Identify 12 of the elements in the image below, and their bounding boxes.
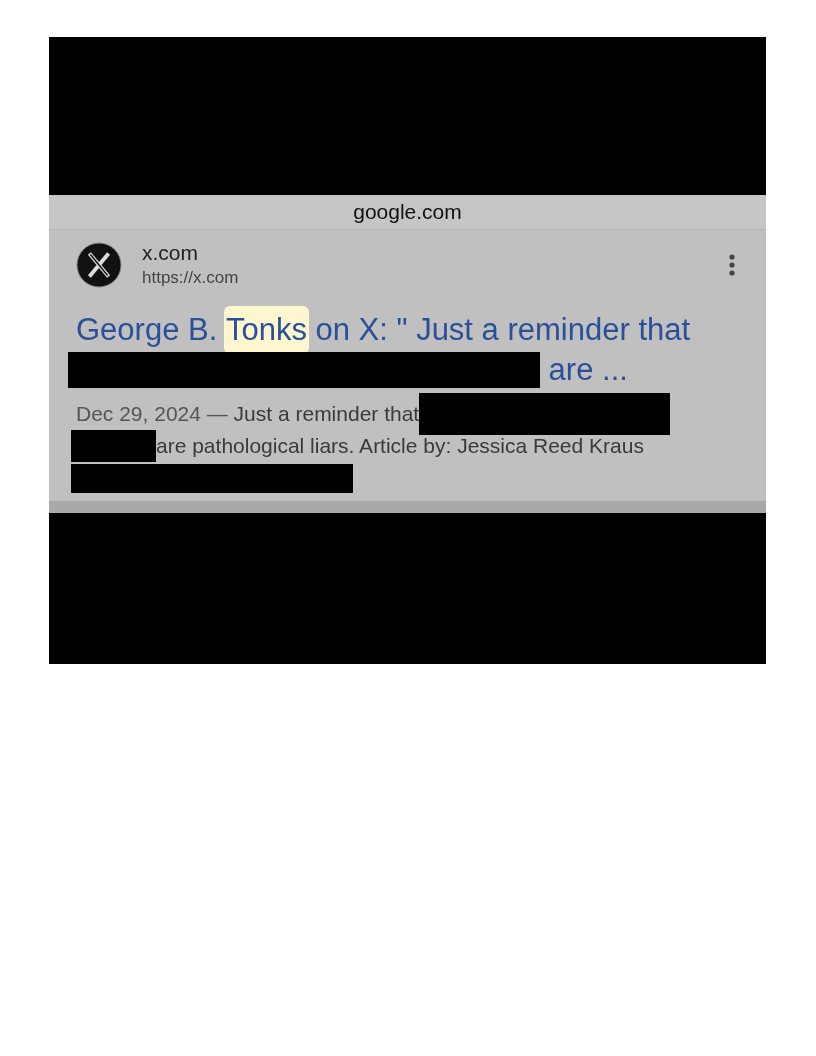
result-title-text[interactable]: George B. bbox=[76, 312, 226, 348]
result-title-text[interactable]: are ... bbox=[540, 352, 628, 388]
more-options-icon[interactable] bbox=[728, 253, 736, 277]
highlighted-text[interactable]: Tonks bbox=[223, 306, 309, 354]
snippet-text: Just a reminder that bbox=[233, 402, 420, 426]
snippet-text: are pathological liars. Article by: Jessica Reed Kraus bbox=[156, 434, 644, 458]
result-title-text[interactable]: on X: " Just a reminder that bbox=[306, 312, 691, 348]
site-name: x.com bbox=[142, 240, 199, 266]
site-logo-icon bbox=[76, 242, 122, 288]
site-url: https://x.com bbox=[142, 267, 240, 289]
result-date: Dec 29, 2024 — bbox=[76, 402, 229, 426]
address-text: google.com bbox=[353, 200, 462, 224]
